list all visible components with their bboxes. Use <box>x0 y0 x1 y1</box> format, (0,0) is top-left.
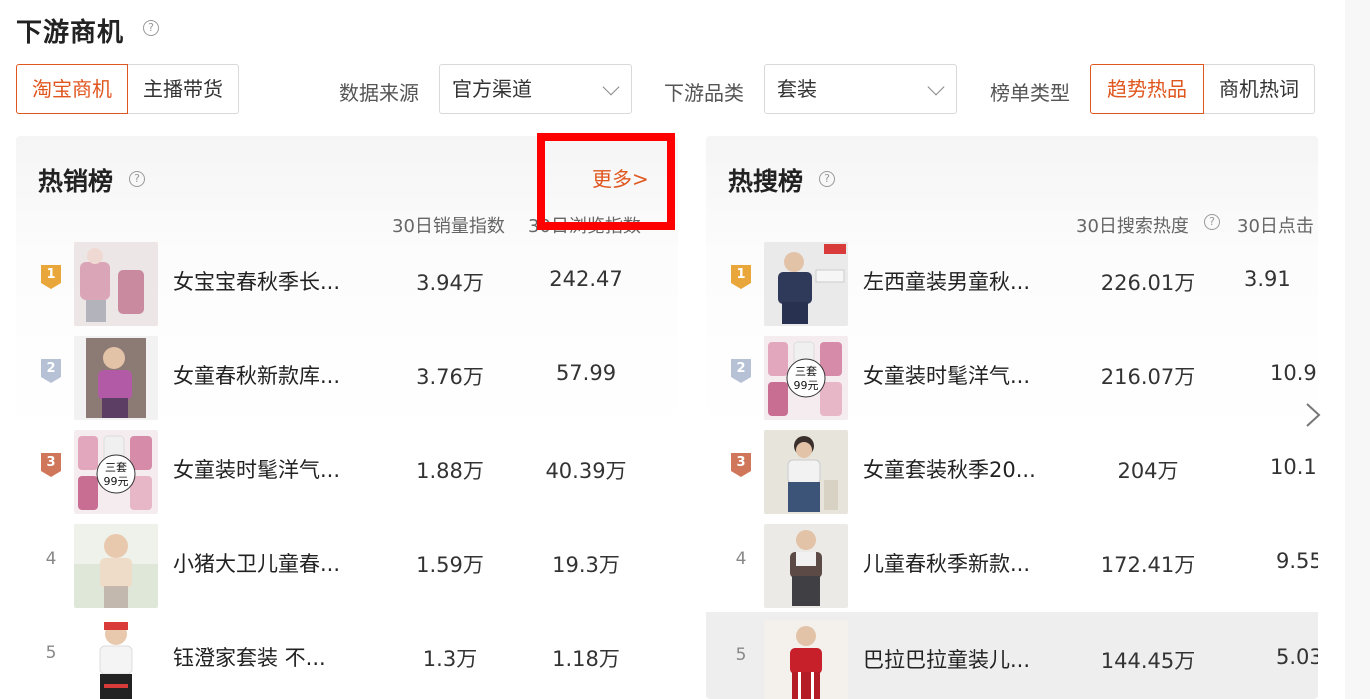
sales-index-value: 3.76万 <box>416 365 484 389</box>
product-thumbnail[interactable] <box>74 242 158 326</box>
rank-badge-silver: 2 <box>40 358 62 384</box>
view-index-value: 40.39万 <box>545 459 627 483</box>
sales-index-value: 1.3万 <box>422 647 478 671</box>
chevron-down-icon <box>602 78 620 96</box>
search-heat-value: 226.01万 <box>1100 271 1196 295</box>
table-row[interactable]: 5 钰澄家套装 不... 1.3万 1.18万 <box>16 610 678 699</box>
product-thumbnail[interactable]: 三套 99元 <box>764 336 848 420</box>
rank-badge-bronze: 3 <box>40 452 62 478</box>
product-name[interactable]: 钰澄家套装 不... <box>173 642 326 672</box>
product-thumbnail[interactable] <box>764 430 848 514</box>
product-name[interactable]: 女童套装秋季20... <box>863 454 1036 484</box>
hot-sales-title: 热销榜 <box>38 167 114 196</box>
tab-opportunity-keywords[interactable]: 商机热词 <box>1204 64 1315 114</box>
search-heat-value: 204万 <box>1117 459 1179 483</box>
channel-tabs: 淘宝商机 主播带货 <box>16 64 239 114</box>
product-name[interactable]: 女童装时髦洋气... <box>863 360 1030 390</box>
annotation-highlight-box <box>537 133 675 230</box>
table-row[interactable]: 1 左西童装男童秋... 226.01万 3.91 <box>706 234 1318 328</box>
page-title: 下游商机 <box>16 18 125 48</box>
rank-badge-silver: 2 <box>730 358 752 384</box>
svg-text:三套: 三套 <box>105 461 127 474</box>
view-index-value: 1.18万 <box>552 647 620 671</box>
product-thumbnail[interactable] <box>764 524 848 608</box>
hot-search-title: 热搜榜 <box>728 167 804 196</box>
help-icon[interactable]: ? <box>819 171 835 187</box>
product-thumbnail[interactable] <box>74 336 158 420</box>
table-row[interactable]: 2 三套99元 女童装时髦洋气... 216.07万 10.91 <box>706 328 1318 422</box>
tab-streamer[interactable]: 主播带货 <box>128 64 239 114</box>
list-type-tabs: 趋势热品 商机热词 <box>1090 64 1315 114</box>
data-source-label: 数据来源 <box>339 81 419 105</box>
table-row[interactable]: 2 女童春秋新款库... 3.76万 57.99 <box>16 328 678 422</box>
hot-search-panel: 热搜榜 ? 30日搜索热度 ? 30日点击 1 左西童装男童秋... 226.0… <box>706 136 1318 699</box>
data-source-value: 官方渠道 <box>452 77 532 101</box>
rank-badge-gold: 1 <box>730 264 752 290</box>
product-thumbnail[interactable] <box>764 620 848 699</box>
product-thumbnail[interactable]: 三套 99元 <box>74 430 158 514</box>
product-name[interactable]: 巴拉巴拉童装儿... <box>863 644 1030 674</box>
list-type-label: 榜单类型 <box>990 81 1070 105</box>
clicks-value: 9.55 <box>1276 549 1318 573</box>
category-value: 套装 <box>777 77 817 101</box>
product-name[interactable]: 女宝宝春秋季长... <box>173 266 340 296</box>
data-source-select[interactable]: 官方渠道 <box>439 64 632 114</box>
tab-trending-products[interactable]: 趋势热品 <box>1090 64 1204 114</box>
table-row[interactable]: 1 女宝宝春秋季长... 3.94万 242.47 <box>16 234 678 328</box>
page-gutter <box>1345 0 1370 699</box>
clicks-value: 5.03 <box>1276 645 1318 669</box>
product-thumbnail[interactable] <box>74 618 158 699</box>
tab-taobao[interactable]: 淘宝商机 <box>16 64 128 114</box>
table-row[interactable]: 4 儿童春秋季新款... 172.41万 9.55 <box>706 516 1318 610</box>
table-row[interactable]: 3 三套 99元 女童装时髦洋气... 1.88万 40.39万 <box>16 422 678 516</box>
chevron-down-icon <box>927 78 945 96</box>
product-name[interactable]: 小猪大卫儿童春... <box>173 548 340 578</box>
svg-text:99元: 99元 <box>794 379 819 392</box>
clicks-value: 10.91 <box>1270 361 1318 385</box>
rank-number: 4 <box>45 549 57 569</box>
clicks-value: 3.91 <box>1244 267 1291 291</box>
view-index-value: 57.99 <box>555 361 617 385</box>
sales-index-value: 1.88万 <box>416 459 484 483</box>
table-row[interactable]: 4 小猪大卫儿童春... 1.59万 19.3万 <box>16 516 678 610</box>
product-name[interactable]: 女童装时髦洋气... <box>173 454 340 484</box>
product-thumbnail[interactable] <box>764 242 848 326</box>
sales-index-value: 1.59万 <box>416 553 484 577</box>
table-row[interactable]: 3 女童套装秋季20... 204万 10.19 <box>706 422 1318 516</box>
chevron-right-icon[interactable] <box>1303 402 1323 428</box>
product-thumbnail[interactable] <box>74 524 158 608</box>
help-icon[interactable]: ? <box>129 171 145 187</box>
rank-badge-gold: 1 <box>40 264 62 290</box>
search-heat-value: 172.41万 <box>1100 553 1196 577</box>
rank-number: 4 <box>735 549 747 569</box>
svg-text:三套: 三套 <box>795 365 817 378</box>
product-name[interactable]: 女童春秋新款库... <box>173 360 340 390</box>
help-icon[interactable]: ? <box>1204 214 1220 230</box>
category-select[interactable]: 套装 <box>764 64 957 114</box>
svg-text:99元: 99元 <box>104 475 129 488</box>
view-index-value: 242.47 <box>549 267 623 291</box>
search-heat-value: 144.45万 <box>1100 649 1196 673</box>
search-heat-value: 216.07万 <box>1100 365 1196 389</box>
rank-number: 5 <box>735 645 747 665</box>
help-icon[interactable]: ? <box>143 20 159 36</box>
table-row[interactable]: 5 巴拉巴拉童装儿... 144.45万 5.03 <box>706 612 1318 699</box>
view-index-value: 19.3万 <box>552 553 620 577</box>
rank-badge-bronze: 3 <box>730 452 752 478</box>
sales-index-value: 3.94万 <box>416 271 484 295</box>
product-name[interactable]: 左西童装男童秋... <box>863 266 1030 296</box>
category-label: 下游品类 <box>664 81 744 105</box>
clicks-value: 10.19 <box>1270 455 1318 479</box>
rank-number: 5 <box>45 643 57 663</box>
product-name[interactable]: 儿童春秋季新款... <box>863 548 1030 578</box>
